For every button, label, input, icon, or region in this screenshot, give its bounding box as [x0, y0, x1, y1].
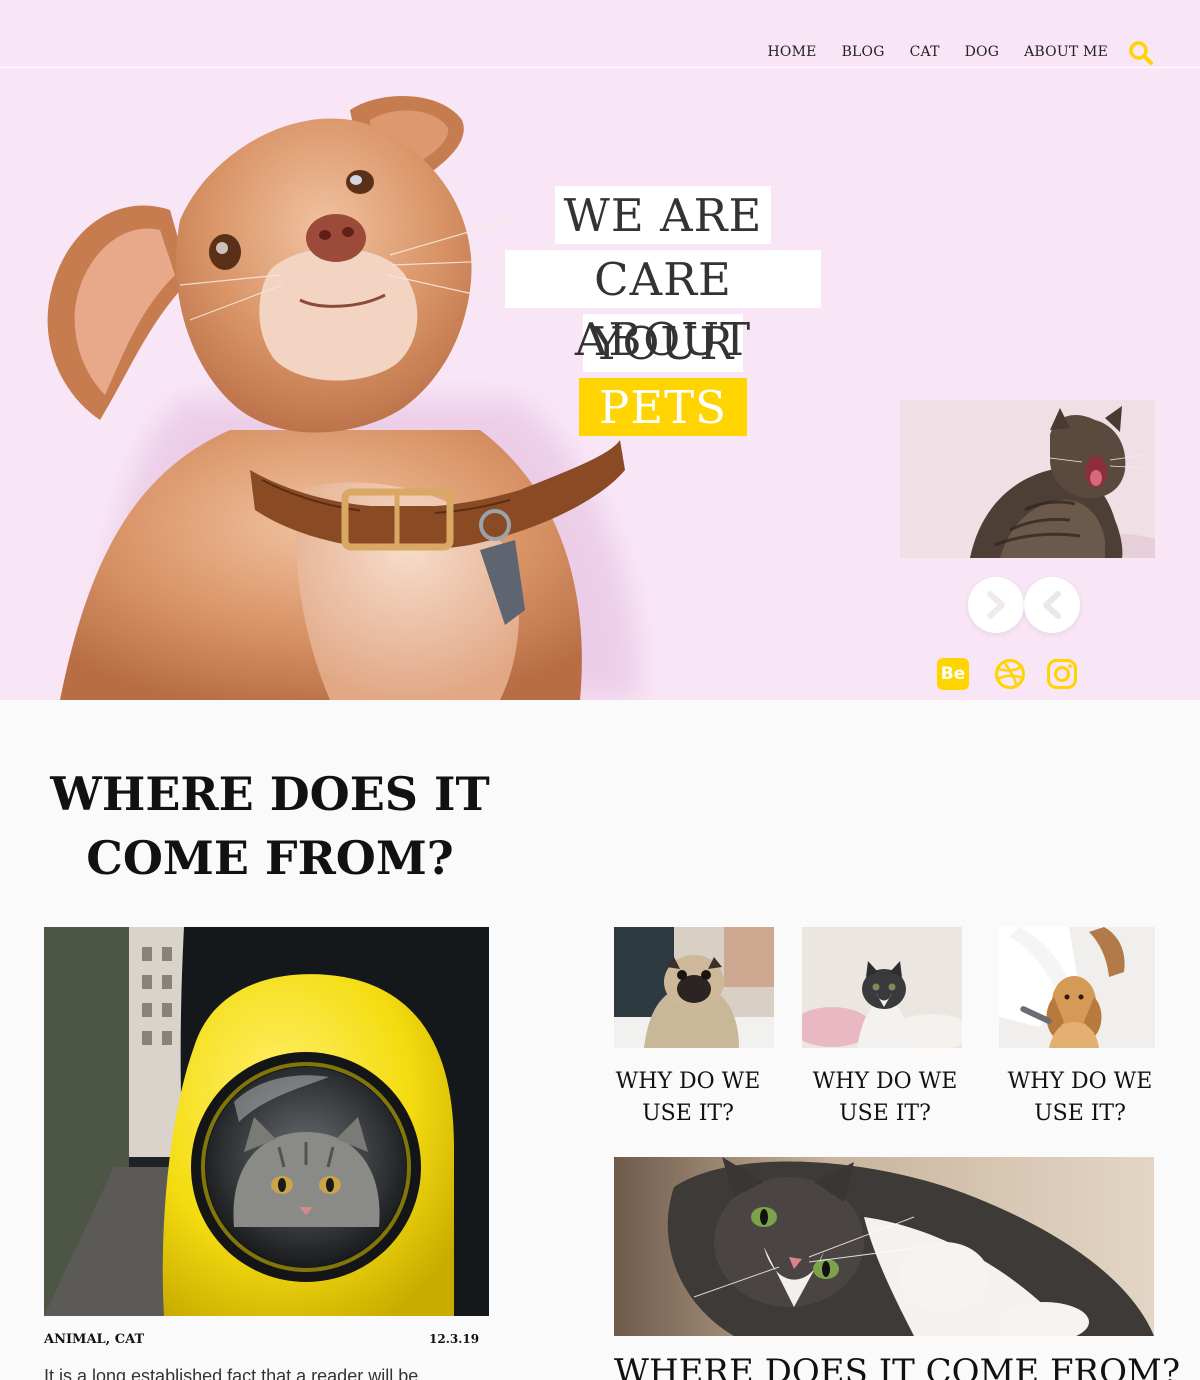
prev-arrow-button[interactable]	[1024, 577, 1080, 633]
main-nav: HOME BLOG CAT DOG ABOUT ME	[768, 44, 1108, 60]
card-title[interactable]: WHY DO WE USE IT?	[1000, 1066, 1160, 1130]
nav-home[interactable]: HOME	[768, 44, 817, 60]
featured-post-image[interactable]	[44, 927, 489, 1316]
headline-line-3: YOUR	[582, 314, 744, 372]
hero-section: HOME BLOG CAT DOG ABOUT ME WE ARE CARE Y…	[0, 0, 1200, 700]
card-image-kitten[interactable]	[802, 927, 962, 1048]
wide-post-image[interactable]	[614, 1157, 1154, 1336]
nav-blog[interactable]: BLOG	[842, 44, 885, 60]
post-excerpt: It is a long established fact that a rea…	[44, 1366, 419, 1380]
headline-line-2: CARE ABOUT	[505, 250, 821, 366]
card-title[interactable]: WHY DO WE USE IT?	[805, 1066, 965, 1130]
headline-line-1: WE ARE	[554, 186, 772, 244]
behance-icon[interactable]: Be	[937, 658, 969, 690]
section-title: WHERE DOES IT COME FROM?	[50, 767, 490, 885]
post-date: 12.3.19	[429, 1332, 480, 1346]
nav-about-me[interactable]: ABOUT ME	[1024, 44, 1108, 60]
top-bar: HOME BLOG CAT DOG ABOUT ME	[0, 0, 1200, 68]
nav-cat[interactable]: CAT	[910, 44, 940, 60]
dribbble-icon[interactable]	[994, 658, 1026, 690]
slider-preview-card[interactable]	[900, 400, 1155, 558]
chevron-right-icon	[987, 591, 1005, 619]
nav-dog[interactable]: DOG	[965, 44, 1000, 60]
slider-arrows	[968, 577, 1083, 633]
headline-line-4: PETS	[579, 378, 747, 436]
card-image-pug[interactable]	[614, 927, 774, 1048]
card-image-dog-grooming[interactable]	[999, 927, 1155, 1048]
next-arrow-button[interactable]	[968, 577, 1024, 633]
hero-headline: WE ARE CARE ABOUT YOUR PETS	[505, 186, 821, 442]
post-tags[interactable]: ANIMAL, CAT	[44, 1332, 144, 1347]
search-icon[interactable]	[1128, 40, 1154, 66]
wide-post-title[interactable]: WHERE DOES IT COME FROM?	[614, 1350, 1180, 1380]
chevron-left-icon	[1043, 591, 1061, 619]
card-title[interactable]: WHY DO WE USE IT?	[608, 1066, 768, 1130]
instagram-icon[interactable]	[1046, 658, 1078, 690]
